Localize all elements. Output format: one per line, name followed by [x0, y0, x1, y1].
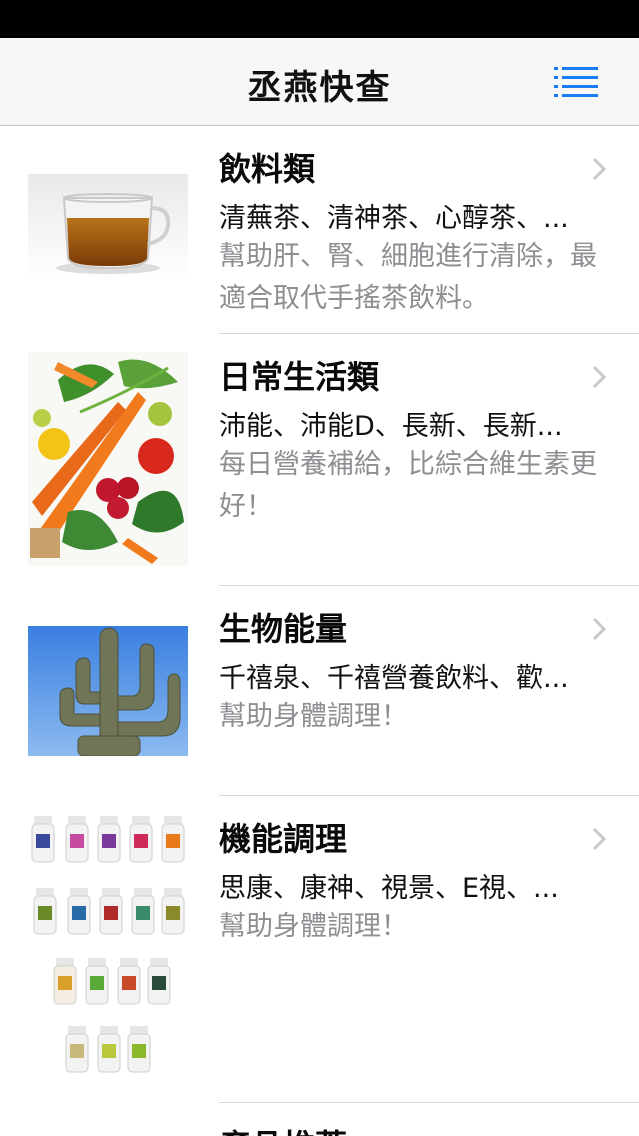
category-items: 思康、康神、視景、E視、... [219, 873, 559, 904]
list-item-recommended[interactable]: 產品推薦 [0, 1103, 639, 1136]
status-bar [0, 0, 639, 38]
list-item-functional[interactable]: 機能調理 思康、康神、視景、E視、... 幫助身體調理！ [0, 796, 639, 1102]
category-title: 機能調理 [219, 820, 348, 858]
chevron-right-icon [592, 617, 607, 641]
chevron-right-icon [592, 365, 607, 389]
vegetables-image [28, 352, 188, 566]
page-title: 丞燕快查 [247, 68, 392, 108]
category-description: 幫助身體調理！ [219, 701, 408, 732]
category-items: 清蕪茶、清神茶、心醇茶、... [219, 203, 569, 234]
category-title: 飲料類 [219, 150, 316, 188]
category-description: 每日營養補給，比綜合維生素更好！ [219, 449, 597, 522]
nav-bar: 丞燕快查 [0, 38, 639, 126]
cactus-image [28, 626, 188, 756]
menu-list-icon [554, 67, 598, 97]
list-item-bio-energy[interactable]: 生物能量 千禧泉、千禧營養飲料、歡... 幫助身體調理！ [0, 586, 639, 796]
category-title: 日常生活類 [219, 358, 380, 396]
category-title: 生物能量 [219, 610, 348, 648]
chevron-right-icon [592, 157, 607, 181]
category-items: 千禧泉、千禧營養飲料、歡... [219, 663, 569, 694]
list-item-drinks[interactable]: 飲料類 清蕪茶、清神茶、心醇茶、... 幫助肝、腎、細胞進行清除，最適合取代手搖… [0, 126, 639, 334]
category-description: 幫助身體調理！ [219, 911, 408, 942]
category-title: 產品推薦 [219, 1121, 347, 1136]
supplement-bottles-image [28, 812, 188, 1088]
list-item-daily-life[interactable]: 日常生活類 沛能、沛能D、長新、長新... 每日營養補給，比綜合維生素更好！ [0, 334, 639, 586]
menu-button[interactable] [552, 64, 600, 100]
chevron-right-icon [592, 827, 607, 851]
category-items: 沛能、沛能D、長新、長新... [219, 411, 563, 442]
tea-cup-image [28, 174, 188, 280]
category-description: 幫助肝、腎、細胞進行清除，最適合取代手搖茶飲料。 [219, 241, 597, 314]
